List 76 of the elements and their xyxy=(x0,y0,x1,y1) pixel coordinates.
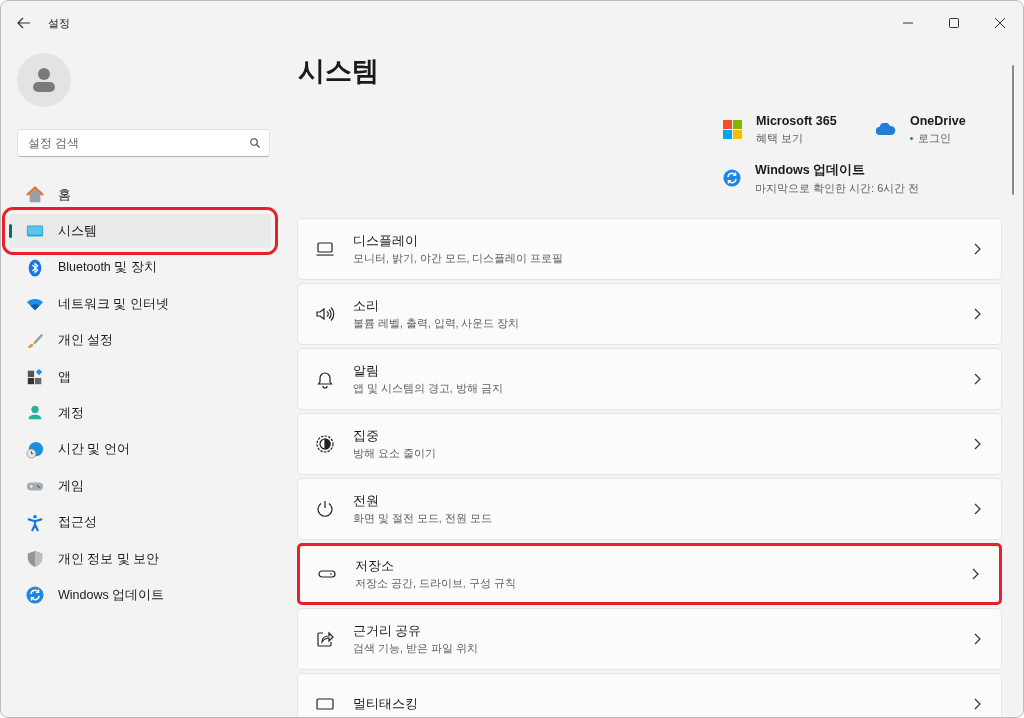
page-title: 시스템 xyxy=(298,55,379,88)
minimize-icon xyxy=(903,22,913,24)
speaker-icon xyxy=(315,304,335,324)
shield-icon xyxy=(26,549,44,568)
accessibility-icon xyxy=(26,513,44,532)
card-subtitle: 화면 및 절전 모드, 전원 모드 xyxy=(353,510,492,526)
settings-card[interactable]: 소리 볼륨 레벨, 출력, 입력, 사운드 장치 xyxy=(297,283,1002,345)
focus-icon xyxy=(315,434,335,454)
update-icon xyxy=(26,586,44,605)
search-field[interactable]: 설정 검색 xyxy=(17,129,270,157)
bluetooth-icon xyxy=(26,258,44,277)
card-title: 집중 xyxy=(353,427,379,445)
close-icon xyxy=(995,18,1005,28)
card-title: 알림 xyxy=(353,362,379,380)
card-title: 저장소 xyxy=(355,557,394,575)
sidebar-item[interactable]: 개인 설정 xyxy=(9,323,271,358)
laptop-icon xyxy=(315,239,335,259)
sidebar-item[interactable]: 접근성 xyxy=(9,505,271,540)
person-icon xyxy=(31,67,57,93)
tile-subtitle: 로그인 xyxy=(918,131,951,147)
sidebar-item[interactable]: 앱 xyxy=(9,359,271,394)
sidebar-item[interactable]: Bluetooth 및 장치 xyxy=(9,250,271,285)
selection-indicator xyxy=(9,224,12,239)
tile-subtitle: 혜택 보기 xyxy=(756,131,804,147)
chevron-right-icon xyxy=(972,373,982,385)
card-title: 근거리 공유 xyxy=(353,622,422,640)
chevron-right-icon xyxy=(972,308,982,320)
card-title: 디스플레이 xyxy=(353,232,418,250)
chevron-right-icon xyxy=(972,503,982,515)
update-icon xyxy=(723,169,741,188)
card-subtitle: 저장소 공간, 드라이브, 구성 규칙 xyxy=(355,575,516,591)
scrollbar[interactable] xyxy=(1012,65,1014,195)
card-title: 소리 xyxy=(353,297,379,315)
settings-card[interactable]: 디스플레이 모니터, 밝기, 야간 모드, 디스플레이 프로필 xyxy=(297,218,1002,280)
tile-title[interactable]: Microsoft 365 xyxy=(756,111,837,131)
settings-card[interactable]: 근거리 공유 검색 기능, 받은 파일 위치 xyxy=(297,608,1002,670)
sidebar-item[interactable]: Windows 업데이트 xyxy=(9,578,271,613)
chevron-right-icon xyxy=(972,698,982,710)
settings-card[interactable]: 알림 앱 및 시스템의 경고, 방해 금지 xyxy=(297,348,1002,410)
window-title: 설정 xyxy=(48,15,70,31)
tile-subtitle: 마지막으로 확인한 시간: 6시간 전 xyxy=(755,180,920,196)
card-subtitle: 모니터, 밝기, 야간 모드, 디스플레이 프로필 xyxy=(353,250,564,266)
chevron-right-icon xyxy=(972,633,982,645)
brush-icon xyxy=(26,331,44,350)
sidebar-item[interactable]: 계정 xyxy=(9,396,271,431)
card-title: 전원 xyxy=(353,492,379,510)
cloud-icon xyxy=(876,122,896,136)
chevron-right-icon xyxy=(972,243,982,255)
settings-card[interactable]: 저장소 저장소 공간, 드라이브, 구성 규칙 xyxy=(297,543,1002,605)
bell-icon xyxy=(315,369,335,389)
house-icon xyxy=(26,186,44,204)
sidebar-item[interactable]: 홈 xyxy=(9,178,271,212)
settings-card[interactable]: 전원 화면 및 절전 모드, 전원 모드 xyxy=(297,478,1002,540)
sidebar-item[interactable]: 개인 정보 및 보안 xyxy=(9,541,271,576)
card-subtitle: 앱 및 시스템의 경고, 방해 금지 xyxy=(353,380,503,396)
chevron-right-icon xyxy=(970,568,980,580)
tile-title[interactable]: OneDrive xyxy=(910,111,966,131)
power-icon xyxy=(315,499,335,519)
sidebar-item[interactable]: 네트워크 및 인터넷 xyxy=(9,287,271,322)
sidebar-item[interactable]: 게임 xyxy=(9,469,271,504)
share-icon xyxy=(315,629,335,649)
back-arrow-icon[interactable] xyxy=(17,17,31,29)
settings-card[interactable]: 집중 방해 요소 줄이기 xyxy=(297,413,1002,475)
apps-icon xyxy=(26,367,44,386)
chevron-right-icon xyxy=(972,438,982,450)
globe-clock-icon xyxy=(26,440,44,459)
maximize-icon xyxy=(949,18,959,28)
sidebar-item[interactable]: 시간 및 언어 xyxy=(9,432,271,467)
four-squares-icon xyxy=(723,119,742,139)
search-icon xyxy=(250,138,260,148)
card-title: 멀티태스킹 xyxy=(353,695,418,713)
settings-card[interactable]: 멀티태스킹 xyxy=(297,673,1002,717)
card-subtitle: 검색 기능, 받은 파일 위치 xyxy=(353,640,478,656)
card-subtitle: 방해 요소 줄이기 xyxy=(353,445,436,461)
tile-title[interactable]: Windows 업데이트 xyxy=(755,160,920,180)
card-subtitle: 볼륨 레벨, 출력, 입력, 사운드 장치 xyxy=(353,315,520,331)
